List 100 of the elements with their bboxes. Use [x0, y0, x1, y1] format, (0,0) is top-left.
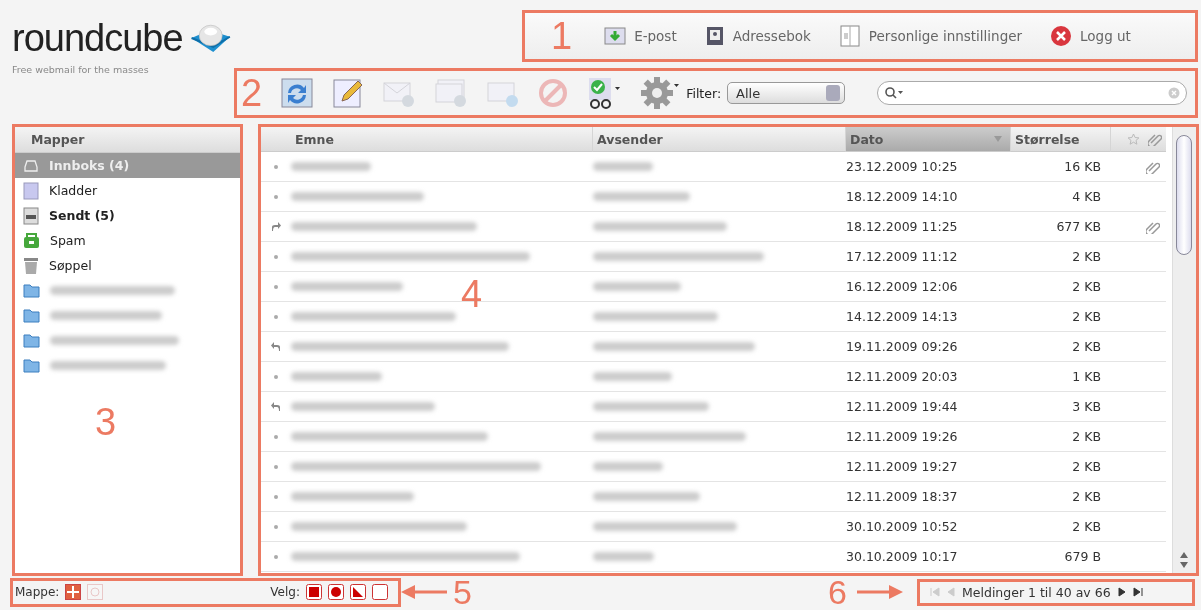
size-cell: 2 KB: [1011, 482, 1111, 512]
column-header: [261, 127, 291, 152]
size-cell: 3 KB: [1011, 392, 1111, 422]
size-cell: 2 KB: [1011, 422, 1111, 452]
paperclip-icon: [1148, 132, 1162, 146]
date-cell: 17.12.2009 11:12: [846, 242, 1011, 272]
close-icon: [1050, 25, 1073, 47]
dot-icon: [274, 464, 278, 469]
sort-arrow-icon: [994, 136, 1002, 142]
envelope-icon: [604, 26, 627, 46]
select-label: Velg:: [270, 585, 300, 599]
check-glasses-icon[interactable]: [586, 76, 623, 110]
select-none-icon[interactable]: [372, 584, 388, 600]
select-all-icon[interactable]: [306, 584, 322, 600]
message-count: Meldinger 1 til 40 av 66: [962, 584, 1111, 600]
address-book-icon: [704, 26, 725, 46]
date-cell: 14.12.2009 14:13: [846, 302, 1011, 332]
date-cell: 30.10.2009 10:52: [846, 512, 1011, 542]
folder-item[interactable]: Sendt (5): [15, 203, 240, 228]
scroll-down-icon[interactable]: [1179, 561, 1189, 569]
callout-number: 3: [95, 403, 117, 441]
reply-arrow-icon: [271, 342, 281, 351]
folder-item[interactable]: Søppel: [15, 253, 240, 278]
nav-link[interactable]: Logg ut: [1050, 25, 1131, 47]
dot-icon: [274, 554, 278, 559]
callout-number: 6: [828, 575, 847, 609]
dot-icon: [274, 494, 278, 499]
search-field[interactable]: [877, 81, 1187, 105]
size-cell: 16 KB: [1011, 152, 1111, 182]
next-page-icon[interactable]: [1116, 587, 1127, 597]
folder-icon: [23, 283, 40, 298]
inbox-tray-icon: [23, 157, 39, 174]
callout-number: 4: [461, 275, 483, 313]
scroll-up-icon[interactable]: [1179, 551, 1189, 559]
folder-item[interactable]: Spam: [15, 228, 240, 253]
column-header[interactable]: Avsender: [593, 127, 846, 152]
date-cell: 12.11.2009 19:44: [846, 392, 1011, 422]
search-icon: [884, 86, 905, 100]
size-cell: 2 KB: [1011, 452, 1111, 482]
nav-link[interactable]: Personlige innstillinger: [838, 25, 1023, 47]
date-cell: 18.12.2009 11:25: [846, 212, 1011, 242]
logo-tagline: Free webmail for the masses: [12, 64, 150, 75]
callout-number: 2: [241, 74, 263, 112]
dot-icon: [274, 284, 278, 289]
date-cell: 16.12.2009 12:06: [846, 272, 1011, 302]
blurred-text: [593, 462, 663, 471]
refresh-icon[interactable]: [280, 77, 315, 109]
size-cell: 4 KB: [1011, 182, 1111, 212]
dot-icon: [274, 314, 278, 319]
size-cell: 2 KB: [1011, 242, 1111, 272]
size-cell: 2 KB: [1011, 332, 1111, 362]
size-cell: 1 KB: [1011, 362, 1111, 392]
folder-label: Mappe:: [15, 585, 60, 599]
select-unread-icon[interactable]: [350, 584, 366, 600]
scrollbar[interactable]: [1172, 127, 1196, 573]
date-cell: 12.11.2009 18:37: [846, 482, 1011, 512]
pencil-icon[interactable]: [332, 77, 365, 109]
date-cell: 12.11.2009 19:26: [846, 422, 1011, 452]
dot-icon: [274, 524, 278, 529]
dot-icon: [274, 194, 278, 199]
reply-arrow-icon: [271, 402, 281, 411]
size-cell: 677 KB: [1011, 212, 1111, 242]
document-icon: [23, 181, 39, 200]
filter-label: Filter:: [686, 85, 722, 101]
column-header[interactable]: Størrelse: [1011, 127, 1111, 152]
date-cell: 30.10.2009 10:17: [846, 542, 1011, 572]
date-cell: 12.11.2009 20:03: [846, 362, 1011, 392]
column-header[interactable]: Dato: [846, 127, 1011, 152]
size-cell: 2 KB: [1011, 272, 1111, 302]
size-cell: 679 B: [1011, 542, 1111, 572]
clear-icon[interactable]: [1168, 87, 1180, 99]
forward-arrow-icon: [271, 222, 281, 231]
nav-link[interactable]: E-post: [604, 26, 677, 46]
callout-number: 5: [453, 575, 472, 609]
last-page-icon[interactable]: [1132, 587, 1143, 597]
scrollbar-thumb[interactable]: [1176, 135, 1192, 255]
column-header[interactable]: Emne: [291, 127, 593, 152]
date-cell: 18.12.2009 14:10: [846, 182, 1011, 212]
size-cell: 2 KB: [1011, 302, 1111, 332]
dot-icon: [274, 164, 278, 169]
folder-icon: [23, 333, 40, 348]
callout-arrow: [857, 585, 903, 599]
size-cell: 2 KB: [1011, 512, 1111, 542]
star-icon[interactable]: [1127, 132, 1140, 146]
filter-dropdown[interactable]: Alle: [727, 82, 846, 104]
gear-icon[interactable]: [640, 76, 681, 110]
trash-icon: [23, 256, 39, 275]
folder-icon: [23, 308, 40, 323]
dot-icon: [274, 434, 278, 439]
date-cell: 19.11.2009 09:26: [846, 332, 1011, 362]
logo-text: roundcube: [12, 19, 183, 57]
printer-icon: [23, 206, 39, 225]
bin-icon: [23, 232, 40, 249]
folder-item[interactable]: Kladder: [15, 178, 240, 203]
date-cell: 23.12.2009 10:25: [846, 152, 1011, 182]
select-current-icon[interactable]: [328, 584, 344, 600]
date-cell: 12.11.2009 19:27: [846, 452, 1011, 482]
paperclip-icon: [1146, 219, 1160, 234]
nav-link[interactable]: Adressebok: [704, 26, 811, 46]
dot-icon: [274, 254, 278, 259]
